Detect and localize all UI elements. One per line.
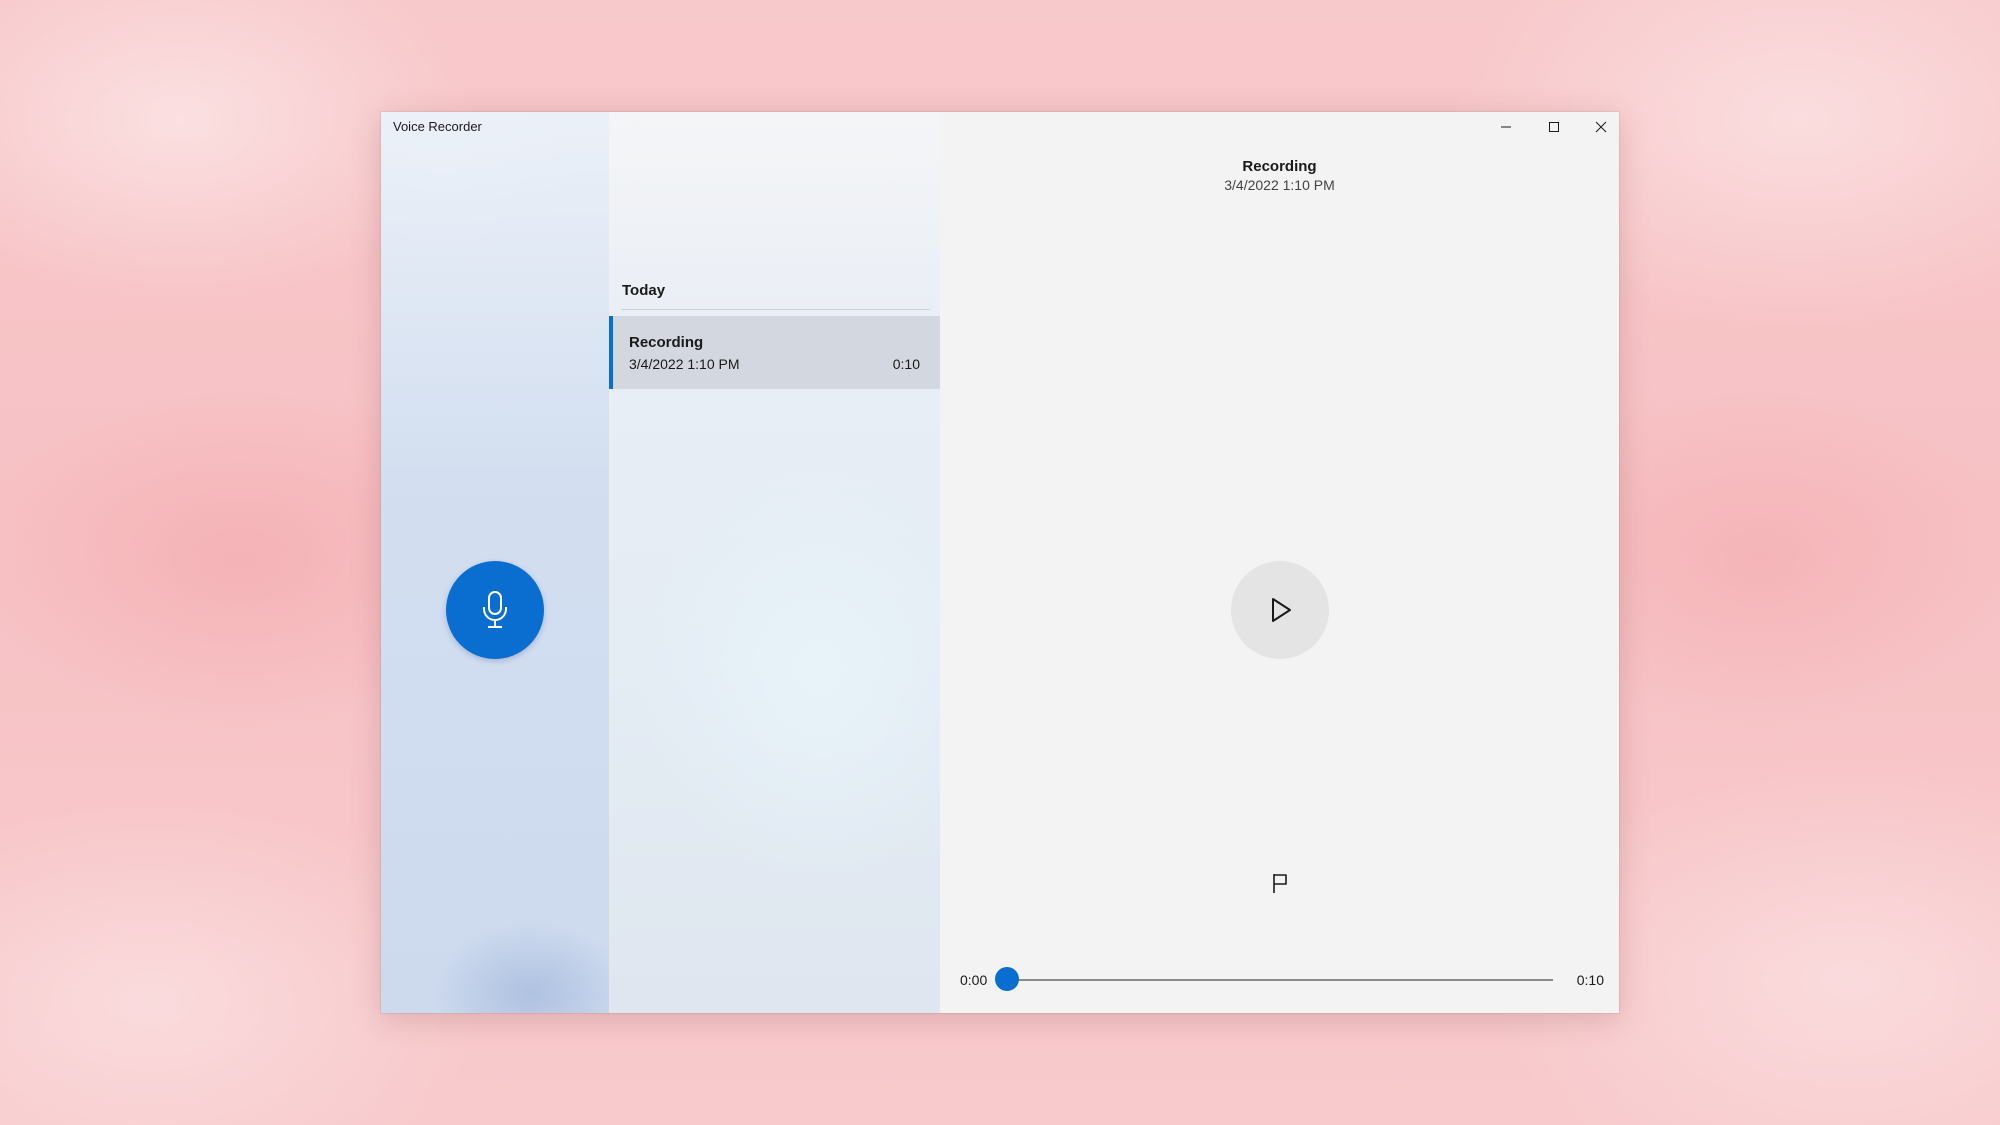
seek-slider[interactable]	[995, 967, 1553, 991]
recording-item-date: 3/4/2022 1:10 PM	[629, 356, 740, 372]
total-time: 0:10	[1576, 972, 1604, 988]
close-icon	[1595, 121, 1607, 133]
detail-date: 3/4/2022 1:10 PM	[1224, 177, 1335, 193]
playback-pane: Recording 3/4/2022 1:10 PM 0:00 0:10	[940, 112, 1619, 1013]
microphone-icon	[483, 591, 507, 628]
recording-list-item[interactable]: Recording 3/4/2022 1:10 PM 0:10	[609, 316, 940, 389]
recording-item-name: Recording	[629, 334, 704, 351]
recordings-list-pane	[609, 112, 940, 1013]
add-marker-button[interactable]	[1262, 865, 1298, 901]
current-time: 0:00	[960, 972, 988, 988]
selection-indicator	[609, 316, 613, 389]
flag-icon	[1273, 874, 1287, 893]
detail-title: Recording	[1242, 158, 1317, 175]
play-icon	[1272, 598, 1291, 622]
desktop-background: Voice Recorder Today Recording 3/4/2022 …	[0, 0, 2000, 1125]
close-button[interactable]	[1578, 112, 1619, 142]
list-section-header: Today	[621, 271, 930, 310]
minimize-icon	[1501, 126, 1511, 128]
voice-recorder-window: Voice Recorder Today Recording 3/4/2022 …	[381, 112, 1619, 1013]
minimize-button[interactable]	[1483, 112, 1529, 142]
play-button[interactable]	[1231, 561, 1329, 659]
app-title: Voice Recorder	[393, 119, 482, 134]
maximize-button[interactable]	[1531, 112, 1577, 142]
recording-item-duration: 0:10	[892, 356, 920, 372]
left-acrylic-area: Voice Recorder Today Recording 3/4/2022 …	[381, 112, 940, 1013]
maximize-icon	[1549, 122, 1559, 132]
section-header-label: Today	[622, 282, 666, 299]
seek-thumb[interactable]	[995, 967, 1019, 991]
record-button[interactable]	[446, 561, 544, 659]
